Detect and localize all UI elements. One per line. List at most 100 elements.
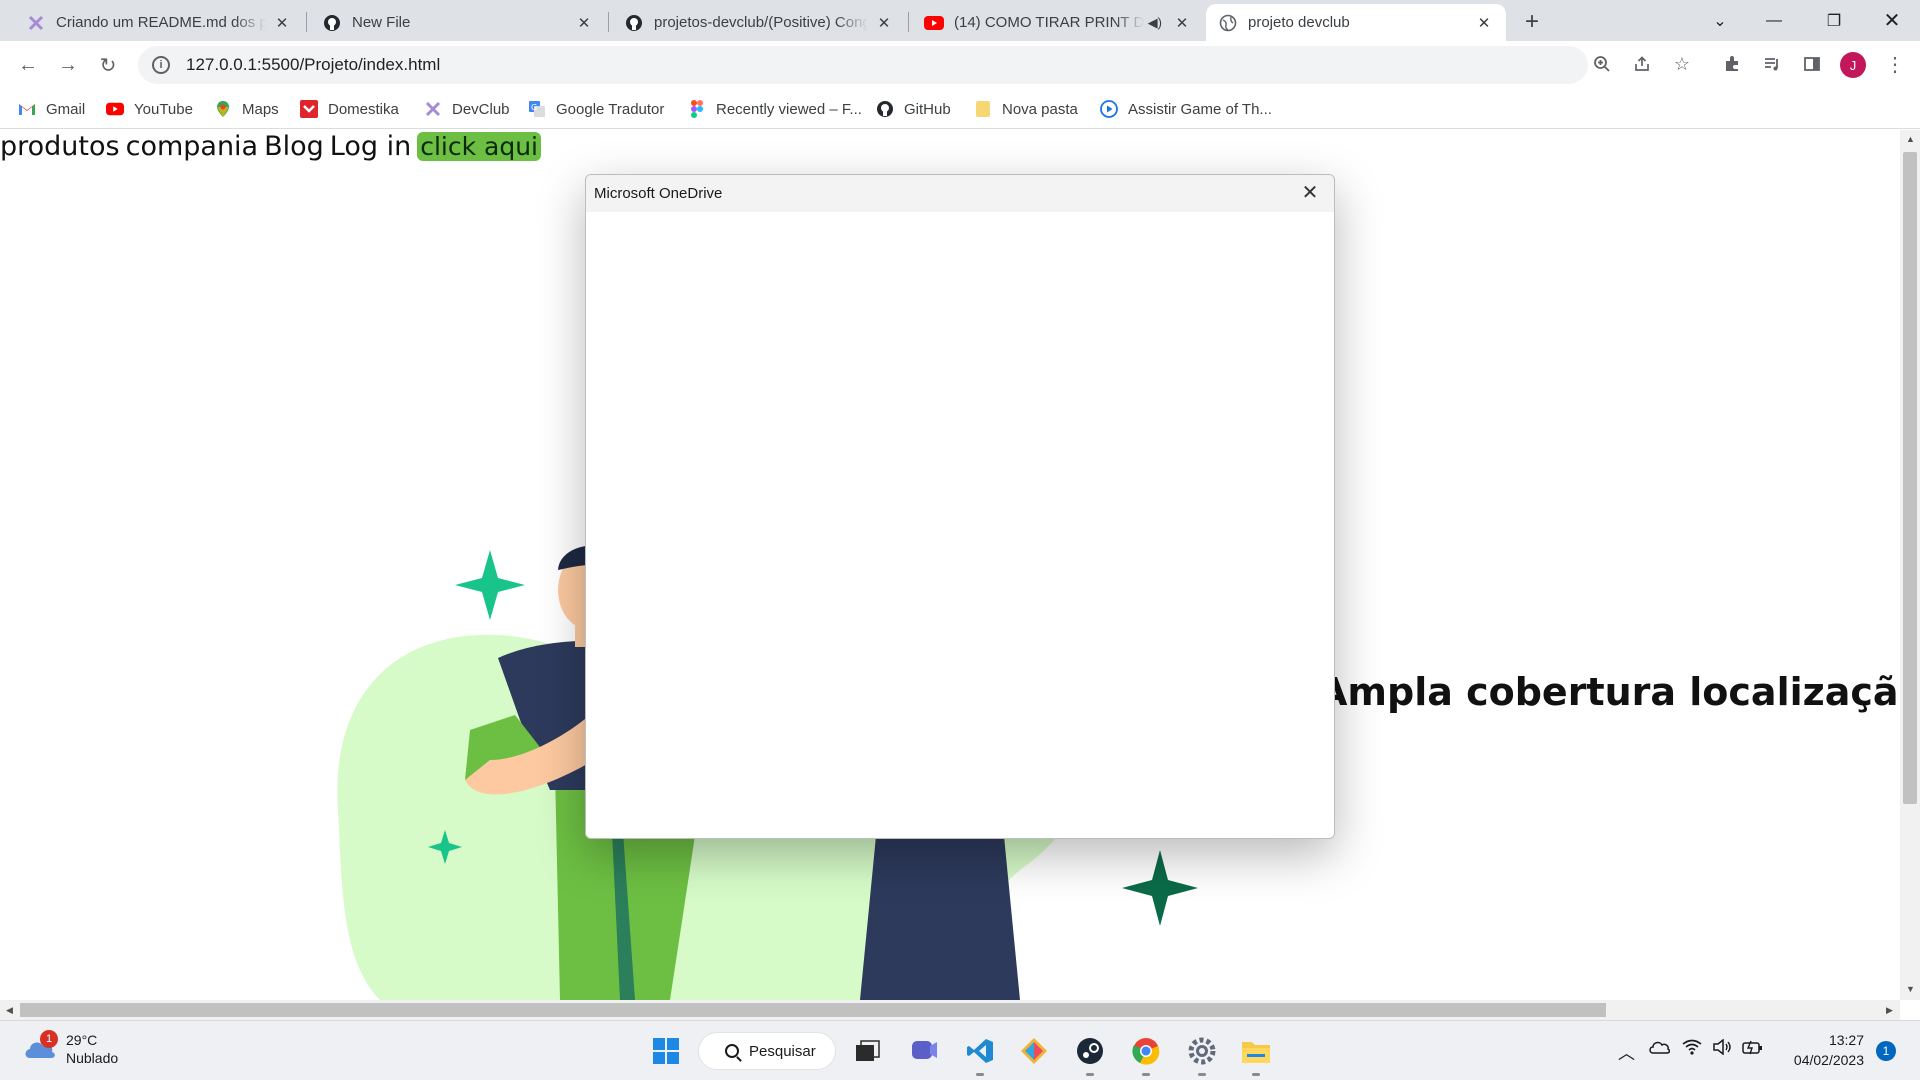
bookmark-maps[interactable]: Maps bbox=[214, 97, 279, 121]
chrome-icon[interactable] bbox=[1128, 1033, 1164, 1069]
dialog-titlebar[interactable]: Microsoft OneDrive ✕ bbox=[586, 175, 1334, 212]
horizontal-scroll-thumb[interactable] bbox=[20, 1003, 1606, 1017]
forward-button[interactable]: → bbox=[52, 49, 84, 81]
close-window-button[interactable]: ✕ bbox=[1864, 0, 1920, 41]
url-text[interactable]: 127.0.0.1:5500/Projeto/index.html bbox=[186, 55, 440, 75]
hero-heading: Ampla cobertura localização bbox=[1318, 670, 1900, 714]
menu-icon[interactable]: ⋮ bbox=[1880, 49, 1910, 79]
zoom-icon[interactable] bbox=[1587, 49, 1617, 79]
running-indicator bbox=[1086, 1073, 1094, 1076]
close-icon[interactable]: ✕ bbox=[874, 13, 894, 33]
clock-time: 13:27 bbox=[1828, 1032, 1864, 1048]
profile-avatar[interactable]: J bbox=[1840, 52, 1866, 78]
settings-gear-icon[interactable] bbox=[1184, 1033, 1220, 1069]
sparkle-icon bbox=[1122, 850, 1198, 926]
close-icon[interactable]: ✕ bbox=[574, 13, 594, 33]
scroll-up-arrow-icon[interactable]: ▲ bbox=[1906, 134, 1915, 144]
tab-separator bbox=[908, 12, 909, 32]
bookmark-label: Gmail bbox=[46, 100, 86, 118]
system-clock[interactable]: 13:27 04/02/2023 bbox=[1784, 1030, 1864, 1070]
nav-link-blog[interactable]: Blog bbox=[264, 131, 324, 162]
bookmark-gmail[interactable]: Gmail bbox=[18, 97, 85, 121]
tab-youtube[interactable]: (14) COMO TIRAR PRINT DA ◀) ✕ bbox=[912, 4, 1204, 41]
bookmark-figma[interactable]: Recently viewed – F... bbox=[688, 97, 862, 121]
steam-icon[interactable] bbox=[1072, 1033, 1108, 1069]
tab-projeto-devclub[interactable]: projeto devclub ✕ bbox=[1206, 4, 1506, 41]
tab-strip: Criando um README.md dos pro ✕ New File … bbox=[0, 0, 1920, 41]
tab-title: Criando um README.md dos pro bbox=[56, 14, 266, 31]
bookmark-devclub[interactable]: DevClub bbox=[424, 97, 510, 121]
side-panel-icon[interactable] bbox=[1797, 49, 1827, 79]
close-icon[interactable]: ✕ bbox=[1172, 13, 1192, 33]
tab-title: projeto devclub bbox=[1248, 14, 1350, 31]
close-icon[interactable]: ✕ bbox=[1474, 13, 1494, 33]
bookmark-star-icon[interactable]: ☆ bbox=[1667, 49, 1697, 79]
close-icon[interactable]: ✕ bbox=[272, 13, 292, 33]
teams-chat-icon[interactable] bbox=[906, 1033, 942, 1069]
bookmark-label: DevClub bbox=[452, 100, 510, 118]
tab-title: (14) COMO TIRAR PRINT DA bbox=[954, 14, 1144, 31]
youtube-icon bbox=[924, 13, 944, 33]
scroll-left-arrow-icon[interactable]: ◀ bbox=[6, 1005, 13, 1016]
new-tab-button[interactable]: + bbox=[1518, 8, 1546, 36]
play-icon bbox=[1100, 100, 1118, 118]
tab-separator bbox=[306, 12, 307, 32]
gmail-icon bbox=[18, 100, 36, 118]
tab-readme[interactable]: Criando um README.md dos pro ✕ bbox=[14, 4, 304, 41]
reading-list-icon[interactable] bbox=[1757, 49, 1787, 79]
windows-start-icon[interactable] bbox=[648, 1033, 684, 1069]
bookmark-github[interactable]: GitHub bbox=[876, 97, 951, 121]
bookmark-domestika[interactable]: Domestika bbox=[300, 97, 399, 121]
nav-link-produtos[interactable]: produtos bbox=[0, 131, 120, 162]
taskbar-search[interactable]: Pesquisar bbox=[698, 1032, 836, 1070]
scroll-right-arrow-icon[interactable]: ▶ bbox=[1886, 1005, 1893, 1016]
maps-icon bbox=[214, 100, 232, 118]
weather-widget[interactable]: 1 29°C Nublado bbox=[22, 1030, 119, 1067]
scroll-down-arrow-icon[interactable]: ▼ bbox=[1906, 984, 1915, 994]
vertical-scroll-thumb[interactable] bbox=[1903, 152, 1917, 804]
bookmark-label: YouTube bbox=[134, 100, 193, 118]
volume-icon[interactable] bbox=[1712, 1038, 1732, 1060]
github-icon bbox=[876, 100, 894, 118]
file-explorer-icon[interactable] bbox=[1238, 1033, 1274, 1069]
weather-description: Nublado bbox=[66, 1050, 119, 1066]
bookmark-nova-pasta[interactable]: Nova pasta bbox=[974, 97, 1078, 121]
dialog-title: Microsoft OneDrive bbox=[594, 185, 723, 202]
onedrive-cloud-icon[interactable] bbox=[1648, 1039, 1671, 1060]
gitkraken-icon[interactable] bbox=[1016, 1033, 1052, 1069]
battery-icon[interactable] bbox=[1742, 1039, 1764, 1060]
tab-search-chevron-icon[interactable]: ⌄ bbox=[1692, 0, 1748, 41]
restore-button[interactable]: ❐ bbox=[1806, 0, 1862, 41]
figma-icon bbox=[688, 100, 706, 118]
tab-projetos[interactable]: projetos-devclub/(Positive) Cong ✕ bbox=[612, 4, 906, 41]
vscode-icon[interactable] bbox=[962, 1033, 998, 1069]
tray-chevron-up-icon[interactable]: ︿ bbox=[1618, 1039, 1635, 1064]
wifi-icon[interactable] bbox=[1682, 1039, 1702, 1060]
bookmark-google-tradutor[interactable]: G Google Tradutor bbox=[528, 97, 664, 121]
nav-link-compania[interactable]: compania bbox=[126, 131, 259, 162]
search-icon bbox=[725, 1044, 739, 1058]
extensions-icon[interactable] bbox=[1717, 49, 1747, 79]
minimize-button[interactable]: — bbox=[1746, 0, 1802, 41]
youtube-icon bbox=[106, 100, 124, 118]
tab-title: New File bbox=[352, 14, 411, 31]
nav-link-login[interactable]: Log in bbox=[330, 131, 411, 162]
site-info-icon[interactable]: i bbox=[152, 56, 170, 74]
click-aqui-button[interactable]: click aqui bbox=[417, 132, 542, 161]
notification-badge[interactable]: 1 bbox=[1876, 1041, 1896, 1061]
share-icon[interactable] bbox=[1627, 49, 1657, 79]
bookmark-youtube[interactable]: YouTube bbox=[106, 97, 193, 121]
task-view-icon[interactable] bbox=[850, 1033, 886, 1069]
address-bar[interactable]: i 127.0.0.1:5500/Projeto/index.html bbox=[138, 46, 1588, 84]
devclub-icon bbox=[26, 13, 46, 33]
reload-button[interactable]: ↻ bbox=[92, 49, 124, 81]
tab-new-file[interactable]: New File ✕ bbox=[310, 4, 606, 41]
running-indicator bbox=[976, 1073, 984, 1076]
speaker-icon[interactable]: ◀) bbox=[1148, 15, 1162, 31]
bookmark-game-of-thrones[interactable]: Assistir Game of Th... bbox=[1100, 97, 1272, 121]
close-icon[interactable]: ✕ bbox=[1300, 183, 1320, 203]
bookmark-label: Nova pasta bbox=[1002, 100, 1078, 118]
back-button[interactable]: ← bbox=[12, 49, 44, 81]
github-icon bbox=[322, 13, 342, 33]
bookmark-label: GitHub bbox=[904, 100, 951, 118]
